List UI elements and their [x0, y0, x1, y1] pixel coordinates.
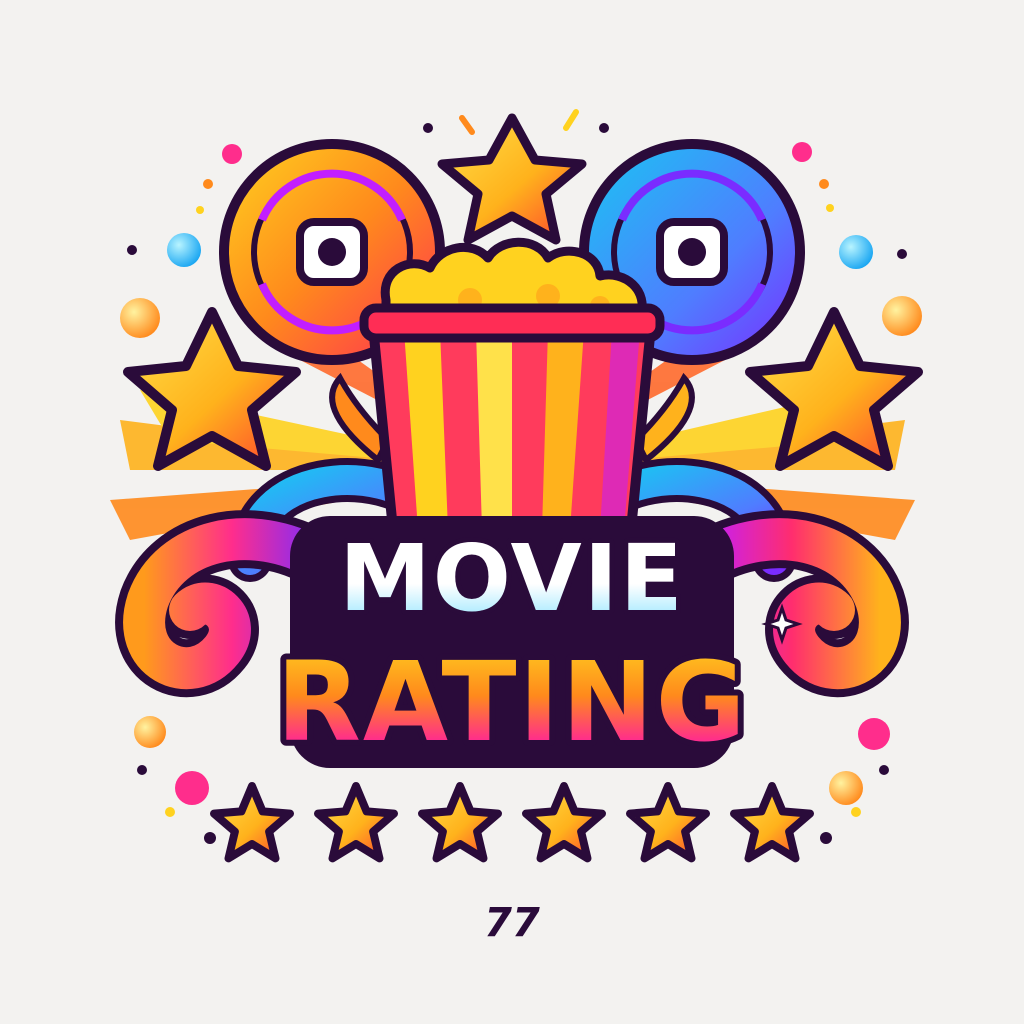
caption-text: 77 [484, 900, 540, 946]
rating-star-icon [418, 782, 502, 863]
rating-star-icon [730, 782, 814, 863]
movie-rating-logo: MOVIE RATING 77 [0, 0, 1024, 1024]
rating-star-icon [314, 782, 398, 863]
logo-artwork: MOVIE RATING 77 [110, 109, 923, 946]
rating-star-icon [210, 782, 294, 863]
top-star-icon [423, 109, 609, 245]
rating-star-icon [522, 782, 606, 863]
popcorn-icon [359, 237, 665, 545]
title-line-movie: MOVIE [339, 525, 685, 632]
title-line-rating: RATING [276, 638, 748, 766]
rating-stars-row [210, 782, 814, 863]
rating-star-icon [626, 782, 710, 863]
